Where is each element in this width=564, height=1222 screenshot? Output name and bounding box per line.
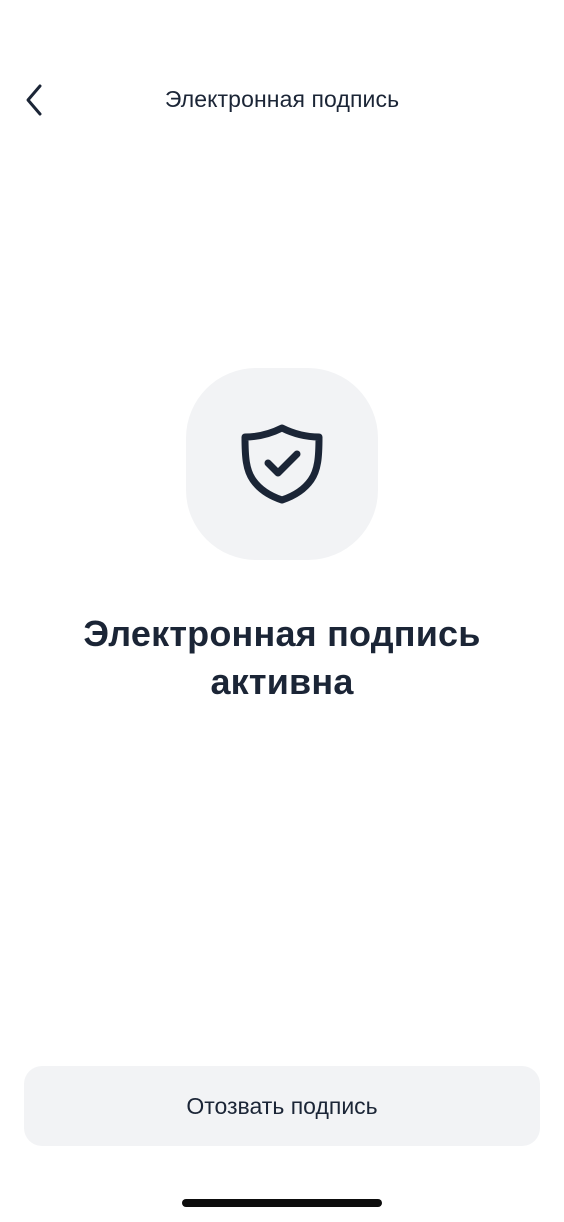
revoke-signature-button[interactable]: Отозвать подпись [24,1066,540,1146]
home-indicator [182,1199,382,1207]
shield-check-icon [241,424,323,504]
page-title: Электронная подпись [164,86,400,112]
shield-icon-tile [186,368,378,560]
status-line-2: активна [210,661,354,702]
status-line-1: Электронная подпись [83,613,481,654]
signature-status: Электронная подпись активна [20,610,544,706]
status-bar [0,0,564,60]
navigation-bar: Электронная подпись [0,60,564,144]
